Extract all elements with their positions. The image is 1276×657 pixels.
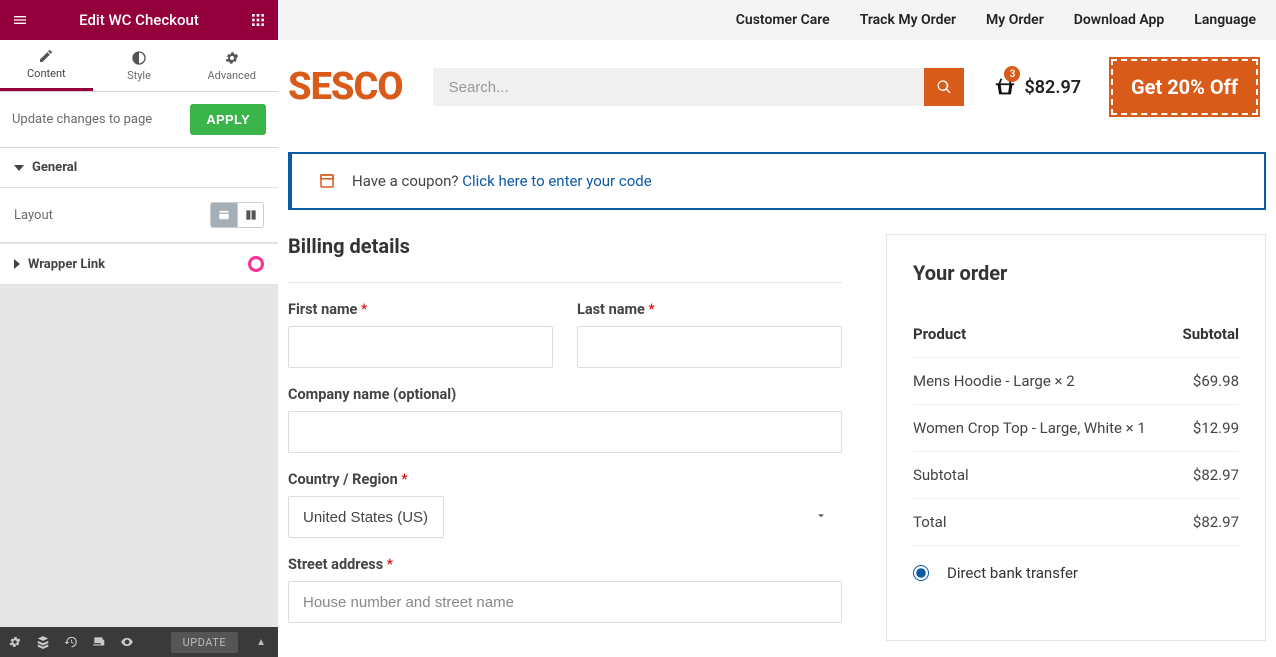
editor-tabs: Content Style Advanced: [0, 40, 278, 92]
order-subtotal-row: Subtotal $82.97: [913, 452, 1239, 499]
widgets-grid-icon[interactable]: [248, 10, 268, 30]
first-name-input[interactable]: [288, 326, 553, 368]
search-form: [433, 68, 965, 106]
coupon-prompt: Have a coupon?: [352, 172, 462, 190]
settings-icon[interactable]: [8, 635, 22, 649]
search-input[interactable]: [433, 68, 925, 106]
total-label: Total: [913, 513, 1193, 531]
promo-button[interactable]: Get 20% Off: [1111, 59, 1258, 115]
coupon-icon: [318, 172, 336, 190]
country-select[interactable]: United States (US): [288, 496, 444, 538]
nav-my-order[interactable]: My Order: [986, 12, 1044, 28]
store-logo[interactable]: SESCO: [288, 65, 403, 109]
last-name-label: Last name *: [577, 301, 842, 318]
preview-canvas: Customer Care Track My Order My Order Do…: [278, 0, 1276, 657]
order-item-price: $12.99: [1193, 419, 1239, 437]
nav-customer-care[interactable]: Customer Care: [736, 12, 830, 28]
plugin-badge-icon: [248, 256, 264, 272]
order-item-row: Mens Hoodie - Large × 2 $69.98: [913, 358, 1239, 405]
layout-option-single[interactable]: [211, 203, 237, 227]
payment-option-bank: Direct bank transfer: [913, 546, 1239, 582]
country-field: Country / Region * United States (US): [288, 471, 842, 538]
layout-option-split[interactable]: [237, 203, 263, 227]
preview-icon[interactable]: [120, 635, 134, 649]
tab-content-label: Content: [27, 67, 66, 80]
nav-language[interactable]: Language: [1194, 12, 1256, 28]
search-button[interactable]: [924, 68, 964, 106]
col-product: Product: [913, 325, 1183, 343]
company-label: Company name (optional): [288, 386, 842, 403]
street-field: Street address *: [288, 556, 842, 623]
order-item-name: Mens Hoodie - Large × 2: [913, 372, 1193, 390]
coupon-notice: Have a coupon? Click here to enter your …: [288, 152, 1266, 210]
layout-toggle: [210, 202, 264, 228]
section-general-label: General: [32, 160, 77, 175]
editor-header: Edit WC Checkout: [0, 0, 278, 40]
search-icon: [936, 79, 952, 95]
tab-advanced[interactable]: Advanced: [185, 40, 278, 91]
chevron-right-icon: [14, 259, 20, 269]
order-total-row: Total $82.97: [913, 499, 1239, 546]
order-header-row: Product Subtotal: [913, 311, 1239, 358]
editor-sidebar: Edit WC Checkout Content Style Advanced …: [0, 0, 278, 657]
tab-advanced-label: Advanced: [207, 69, 255, 82]
payment-radio-bank[interactable]: [913, 565, 929, 581]
billing-section: Billing details First name * Last name *: [288, 234, 842, 641]
street-label: Street address *: [288, 556, 842, 573]
nav-download-app[interactable]: Download App: [1074, 12, 1165, 28]
company-input[interactable]: [288, 411, 842, 453]
country-label: Country / Region *: [288, 471, 842, 488]
col-subtotal: Subtotal: [1183, 325, 1240, 343]
first-name-field: First name *: [288, 301, 553, 368]
billing-title: Billing details: [288, 234, 842, 258]
order-item-row: Women Crop Top - Large, White × 1 $12.99: [913, 405, 1239, 452]
navigator-icon[interactable]: [36, 635, 50, 649]
apply-hint: Update changes to page: [12, 112, 152, 127]
layout-control: Layout: [0, 188, 278, 243]
top-utility-nav: Customer Care Track My Order My Order Do…: [278, 0, 1276, 40]
store-header: SESCO 3 $82.97 Get 20% Off: [278, 40, 1276, 134]
company-field: Company name (optional): [288, 386, 842, 453]
update-options-icon[interactable]: ▲: [252, 637, 270, 648]
order-summary: Your order Product Subtotal Mens Hoodie …: [886, 234, 1266, 641]
nav-track-order[interactable]: Track My Order: [860, 12, 956, 28]
editor-footer: UPDATE ▲: [0, 627, 278, 657]
editor-title: Edit WC Checkout: [30, 11, 248, 29]
first-name-label: First name *: [288, 301, 553, 318]
apply-button[interactable]: APPLY: [190, 104, 266, 135]
cart-count-badge: 3: [1004, 66, 1020, 82]
section-wrapper-label: Wrapper Link: [28, 257, 105, 272]
tab-style[interactable]: Style: [93, 40, 186, 91]
cart-summary[interactable]: 3 $82.97: [994, 76, 1081, 98]
subtotal-label: Subtotal: [913, 466, 1193, 484]
order-item-name: Women Crop Top - Large, White × 1: [913, 419, 1193, 437]
history-icon[interactable]: [64, 635, 78, 649]
payment-label-bank: Direct bank transfer: [947, 564, 1078, 582]
chevron-down-icon: [14, 165, 24, 171]
responsive-icon[interactable]: [92, 635, 106, 649]
tab-content[interactable]: Content: [0, 40, 93, 91]
menu-icon[interactable]: [10, 10, 30, 30]
section-wrapper-link[interactable]: Wrapper Link: [0, 243, 278, 285]
subtotal-value: $82.97: [1193, 466, 1239, 484]
section-general[interactable]: General: [0, 148, 278, 188]
apply-row: Update changes to page APPLY: [0, 92, 278, 148]
total-value: $82.97: [1193, 513, 1239, 531]
order-title: Your order: [913, 261, 1239, 285]
tab-style-label: Style: [127, 69, 151, 82]
coupon-link[interactable]: Click here to enter your code: [462, 172, 651, 190]
footer-update-button[interactable]: UPDATE: [171, 632, 238, 653]
last-name-input[interactable]: [577, 326, 842, 368]
street-input[interactable]: [288, 581, 842, 623]
chevron-down-icon: [814, 508, 828, 527]
cart-total: $82.97: [1024, 77, 1081, 98]
layout-label: Layout: [14, 208, 53, 223]
last-name-field: Last name *: [577, 301, 842, 368]
order-item-price: $69.98: [1193, 372, 1239, 390]
